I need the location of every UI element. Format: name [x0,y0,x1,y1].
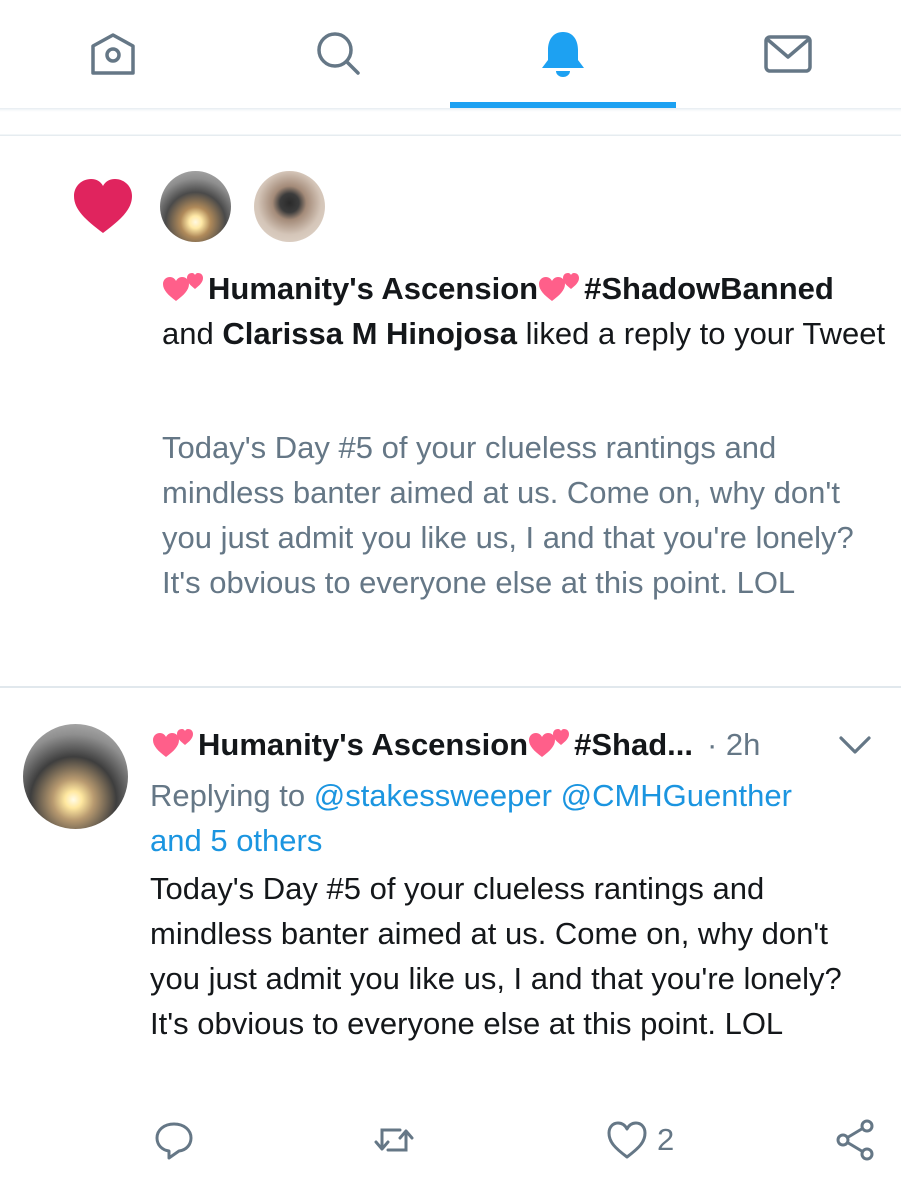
nav-divider [0,108,901,136]
share-button[interactable] [834,1118,878,1162]
notification-text[interactable]: Humanity's Ascension #ShadowBanned and C… [162,266,887,356]
two-hearts-icon [529,729,570,757]
tweet-actions: 2 [150,1118,890,1168]
tweet-header: Humanity's Ascension #Shad... · 2h [152,722,892,768]
avatar[interactable] [160,171,231,242]
author-name[interactable]: Humanity's Ascension [198,727,528,762]
reply-button[interactable] [152,1118,196,1162]
user2-name[interactable]: Clarissa M Hinojosa [222,316,517,351]
envelope-icon [763,35,812,73]
replying-prefix: Replying to [150,778,306,813]
separator-dot: · [706,727,718,762]
like-count: 2 [657,1122,675,1157]
tab-home[interactable] [0,0,225,108]
two-hearts-icon [153,729,193,757]
author-avatar[interactable] [23,724,128,829]
reply-icon [155,1122,193,1160]
two-hearts-icon [163,273,203,301]
top-nav [0,0,901,108]
heart-icon [74,179,132,233]
divider [0,686,901,688]
like-button[interactable]: 2 [605,1118,674,1162]
avatar[interactable] [254,171,325,242]
notification-preview[interactable]: Today's Day #5 of your clueless rantings… [162,425,882,605]
home-icon [90,33,135,75]
two-hearts-icon [539,273,580,301]
bell-icon [541,32,584,77]
action-text: liked a reply to your Tweet [525,316,886,351]
search-icon [316,32,360,75]
tab-notifications[interactable] [450,0,675,108]
timestamp[interactable]: 2h [726,727,760,762]
replying-to: Replying to @stakessweeper @CMHGuenther … [150,773,890,863]
share-icon [836,1119,874,1161]
retweet-button[interactable] [372,1118,416,1162]
tab-search[interactable] [225,0,450,108]
heart-outline-icon [607,1121,647,1159]
connector-text: and [162,316,214,351]
mention-link[interactable]: @CMHGuenther [561,778,792,813]
mention-link[interactable]: @stakessweeper [314,778,552,813]
user1-name[interactable]: Humanity's Ascension [208,271,538,306]
user1-hashtag[interactable]: #ShadowBanned [584,271,834,306]
author-hashtag[interactable]: #Shad... [574,727,693,762]
tweet-text[interactable]: Today's Day #5 of your clueless rantings… [150,866,880,1046]
retweet-icon [374,1128,414,1152]
tab-messages[interactable] [675,0,900,108]
more-mentions-link[interactable]: and 5 others [150,823,322,858]
chevron-down-icon[interactable] [834,728,876,762]
